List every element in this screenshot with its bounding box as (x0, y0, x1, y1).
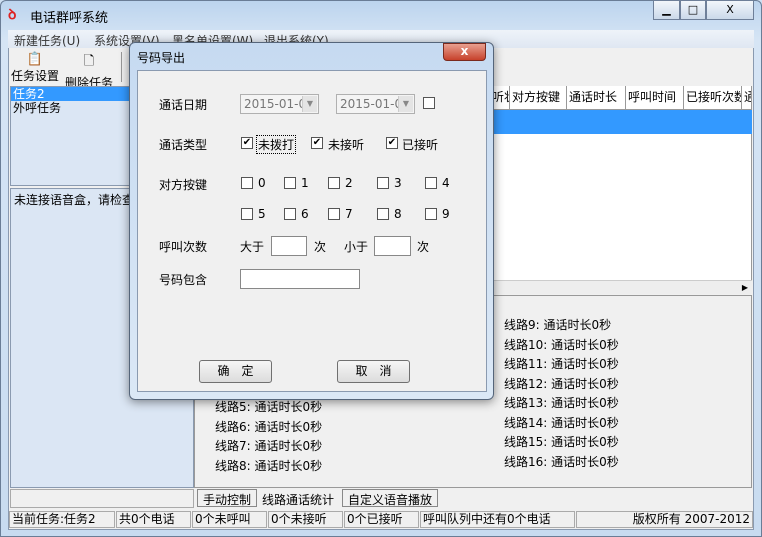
line-stat: 线路8: 通话时长0秒 (215, 458, 323, 473)
key-6-checkbox[interactable] (284, 208, 296, 220)
key-3-checkbox[interactable] (377, 177, 389, 189)
line-stat: 线路14: 通话时长0秒 (504, 415, 619, 430)
key-label: 7 (345, 207, 353, 221)
cancel-button[interactable]: 取 消 (337, 360, 410, 383)
less-input[interactable] (374, 236, 411, 256)
key-label: 5 (258, 207, 266, 221)
task-settings-button[interactable]: 📋 任务设置 (8, 52, 62, 84)
table-header[interactable]: 通 (742, 86, 752, 110)
line-stat: 线路15: 通话时长0秒 (504, 435, 619, 449)
key-label: 2 (345, 176, 353, 190)
line-stats-right: 线路9: 通话时长0秒 线路10: 通话时长0秒 线路11: 通话时长0秒 线路… (504, 316, 619, 472)
greater-input[interactable] (271, 236, 307, 256)
app-logo-icon: ꝺ (8, 7, 17, 23)
table-header[interactable]: 呼叫时间 (626, 86, 684, 110)
key-7-checkbox[interactable] (328, 208, 340, 220)
chevron-down-icon: ▼ (398, 96, 413, 112)
type-not-answered-checkbox[interactable]: ✔ (311, 137, 323, 149)
status-uncalled: 0个未呼叫 (192, 511, 267, 528)
type-answered-label[interactable]: 已接听 (402, 136, 438, 153)
line-stat: 线路11: 通话时长0秒 (504, 357, 619, 371)
menu-new-task[interactable]: 新建任务(U) (14, 32, 80, 49)
type-not-answered-label[interactable]: 未接听 (328, 136, 364, 153)
date-enable-checkbox[interactable] (423, 97, 435, 109)
ok-button[interactable]: 确 定 (199, 360, 272, 383)
less-label: 小于 (344, 240, 369, 254)
keys-label: 对方按键 (159, 178, 208, 192)
line-stat: 线路13: 通话时长0秒 (504, 396, 619, 410)
close-button[interactable]: X (706, 0, 754, 20)
table-row[interactable] (490, 110, 752, 134)
table-header[interactable]: 对方按键 (510, 86, 567, 110)
date-label: 通话日期 (159, 98, 208, 112)
table-header[interactable]: 已接听次数 (684, 86, 742, 110)
status-answered: 0个已接听 (344, 511, 419, 528)
key-label: 8 (394, 207, 402, 221)
type-label: 通话类型 (159, 138, 208, 152)
key-label: 3 (394, 176, 402, 190)
contains-label: 号码包含 (159, 273, 208, 287)
task-settings-icon: 📋 (26, 52, 44, 67)
key-label: 6 (301, 207, 309, 221)
key-8-checkbox[interactable] (377, 208, 389, 220)
status-total: 共0个电话 (116, 511, 191, 528)
dialog-title: 号码导出 (137, 51, 186, 65)
count-label: 呼叫次数 (159, 240, 208, 254)
type-not-dialed-label[interactable]: 未拨打 (256, 135, 297, 154)
dialog-close-button[interactable]: x (443, 43, 486, 61)
status-queue: 呼叫队列中还有0个电话 (420, 511, 575, 528)
left-footer-box (10, 489, 194, 508)
line-stat: 线路5: 通话时长0秒 (215, 400, 323, 414)
unit-label: 次 (417, 240, 430, 254)
line-stat: 线路7: 通话时长0秒 (215, 439, 323, 453)
key-label: 9 (442, 207, 450, 221)
date-from-picker[interactable]: 2015-01-09 ▼ (240, 94, 319, 114)
table-header[interactable]: 通话时长 (567, 86, 626, 110)
tab-line-stats[interactable]: 线路通话统计 (257, 490, 340, 508)
greater-label: 大于 (240, 240, 265, 254)
chevron-down-icon: ▼ (302, 96, 317, 112)
dialog-body (137, 70, 487, 392)
type-not-dialed-checkbox[interactable]: ✔ (241, 137, 253, 149)
tab-custom-voice[interactable]: 自定义语音播放 (342, 489, 439, 507)
line-stat: 线路6: 通话时长0秒 (215, 419, 323, 434)
unit-label: 次 (314, 240, 327, 254)
line-stats-left: 线路5: 通话时长0秒 线路6: 通话时长0秒 线路7: 通话时长0秒 线路8:… (215, 398, 322, 476)
key-4-checkbox[interactable] (425, 177, 437, 189)
status-current-task: 当前任务:任务2 (9, 511, 115, 528)
status-unanswered: 0个未接听 (268, 511, 343, 528)
line-stat: 线路9: 通话时长0秒 (504, 318, 612, 332)
document-icon: 🗋 (83, 54, 95, 69)
key-label: 1 (301, 176, 309, 190)
contains-input[interactable] (240, 269, 360, 289)
status-copyright: 版权所有 2007-2012 (576, 511, 753, 528)
date-to-picker[interactable]: 2015-01-09 ▼ (336, 94, 415, 114)
key-5-checkbox[interactable] (241, 208, 253, 220)
key-0-checkbox[interactable] (241, 177, 253, 189)
type-answered-checkbox[interactable]: ✔ (386, 137, 398, 149)
toolbar-divider (121, 52, 122, 82)
line-stat: 线路10: 通话时长0秒 (504, 337, 619, 352)
key-label: 0 (258, 176, 266, 190)
key-1-checkbox[interactable] (284, 177, 296, 189)
tab-manual-control[interactable]: 手动控制 (197, 489, 258, 507)
window-title: 电话群呼系统 (30, 11, 109, 26)
key-9-checkbox[interactable] (425, 208, 437, 220)
maximize-button[interactable]: □ (680, 0, 706, 20)
line-stat: 线路12: 通话时长0秒 (504, 376, 619, 391)
key-label: 4 (442, 176, 450, 190)
key-2-checkbox[interactable] (328, 177, 340, 189)
line-stat: 线路16: 通话时长0秒 (504, 454, 619, 469)
minimize-button[interactable]: ▁ (653, 0, 680, 20)
